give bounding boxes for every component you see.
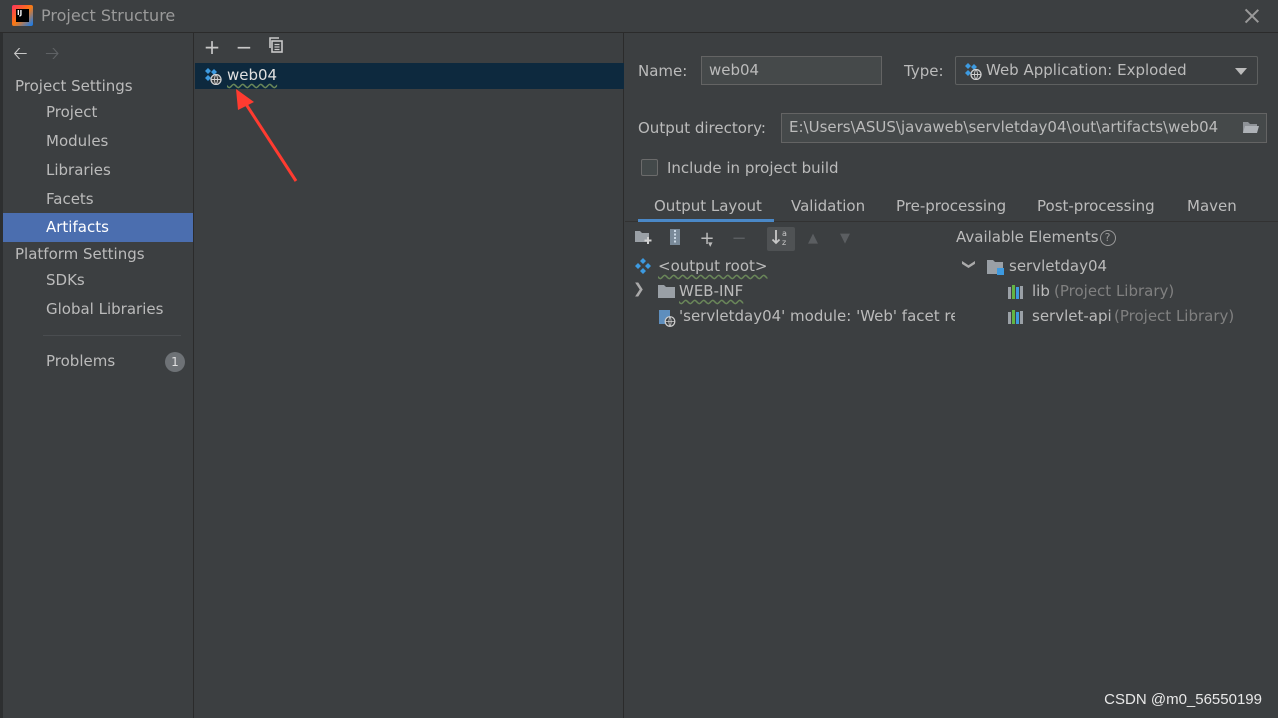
copy-icon (269, 37, 283, 53)
tab-pre-processing[interactable]: Pre-processing (896, 197, 1006, 215)
sidebar-item-sdks[interactable]: SDKs (3, 266, 193, 295)
new-folder-icon (635, 231, 652, 244)
section-project-settings: Project Settings (15, 77, 133, 95)
sort-alphabetically-icon: a z (771, 229, 787, 247)
include-in-build-label: Include in project build (667, 159, 839, 177)
artifacts-panel: + − web04 (195, 33, 624, 718)
web-inf-label: WEB-INF (679, 282, 744, 300)
type-select[interactable]: Web Application: Exploded (955, 56, 1258, 85)
tree-item-servletday04[interactable]: ❯ servletday04 (961, 257, 1263, 279)
web-application-icon (965, 63, 982, 80)
name-label: Name: (638, 62, 688, 80)
add-artifact-button[interactable]: + (201, 36, 223, 58)
svg-text:a: a (782, 229, 787, 238)
remove-element-button[interactable]: − (727, 227, 751, 251)
artifact-row-web04[interactable]: web04 (195, 63, 624, 89)
copy-artifact-button[interactable] (265, 36, 287, 58)
tree-item-lib[interactable]: lib (Project Library) (1008, 282, 1268, 304)
chevron-down-icon[interactable]: ❯ (961, 259, 976, 270)
sidebar-item-project[interactable]: Project (3, 98, 193, 127)
problems-count-badge: 1 (165, 352, 185, 372)
name-field[interactable]: web04 (701, 56, 882, 85)
include-in-build-checkbox[interactable] (641, 159, 658, 176)
output-root-label: <output root> (658, 257, 768, 275)
output-layout-tree: <output root> ❯ WEB-INF 'servletday04' m… (625, 253, 955, 718)
tab-post-processing[interactable]: Post-processing (1037, 197, 1155, 215)
browse-folder-icon[interactable] (1242, 120, 1260, 134)
tree-item-web-facet-resources[interactable]: 'servletday04' module: 'Web' facet res (658, 307, 955, 329)
output-directory-label: Output directory: (638, 119, 766, 137)
artifact-settings-panel: Name: web04 Type: Web Application: Explo… (625, 33, 1278, 718)
tree-item-web-inf[interactable]: ❯ WEB-INF (633, 281, 953, 304)
window-title: Project Structure (41, 6, 176, 25)
web-facet-icon (659, 310, 676, 327)
lib-note: (Project Library) (1054, 282, 1175, 300)
available-elements-header: Available Elements? (956, 228, 1116, 246)
sort-elements-button[interactable]: a z (767, 227, 795, 251)
sidebar-divider (43, 335, 181, 336)
lib-label: lib (1032, 282, 1050, 300)
folder-icon (658, 285, 675, 298)
servlet-api-label: servlet-api (1032, 307, 1112, 325)
chevron-right-icon[interactable]: ❯ (633, 281, 645, 297)
sidebar-item-problems[interactable]: Problems 1 (3, 347, 193, 376)
svg-text:z: z (782, 238, 786, 247)
tab-output-layout[interactable]: Output Layout (654, 197, 762, 215)
output-root-icon (635, 258, 651, 274)
move-up-button[interactable]: ▲ (801, 227, 825, 251)
move-down-button[interactable]: ▼ (833, 227, 857, 251)
tree-item-servlet-api[interactable]: servlet-api (Project Library) (1008, 307, 1278, 329)
tab-validation[interactable]: Validation (791, 197, 865, 215)
remove-artifact-button[interactable]: − (233, 36, 255, 58)
web-facet-resources-label: 'servletday04' module: 'Web' facet res (679, 307, 955, 325)
intellij-logo-icon: IJ (12, 5, 33, 26)
sidebar: 🡠 🡢 Project Settings Project Modules Lib… (3, 33, 194, 718)
output-directory-field[interactable]: E:\Users\ASUS\javaweb\servletday04\out\a… (781, 113, 1267, 143)
title-bar: IJ Project Structure (0, 0, 1278, 33)
problems-label: Problems (46, 352, 116, 370)
type-label: Type: (904, 62, 944, 80)
library-icon (1008, 285, 1023, 299)
active-tab-indicator (638, 219, 774, 222)
sidebar-item-global-libraries[interactable]: Global Libraries (3, 295, 193, 324)
chevron-down-icon (1235, 68, 1247, 75)
section-platform-settings: Platform Settings (15, 245, 145, 263)
add-copy-of-button[interactable]: + ▾ (695, 227, 719, 251)
web-artifact-icon (205, 68, 222, 85)
archive-icon (670, 229, 680, 245)
library-icon (1008, 310, 1023, 324)
available-elements-title: Available Elements (956, 228, 1099, 246)
create-archive-button[interactable] (663, 227, 687, 251)
module-label: servletday04 (1009, 257, 1108, 275)
forward-arrow-icon: 🡢 (45, 43, 60, 64)
annotation-arrow (236, 89, 298, 182)
close-icon[interactable] (1242, 6, 1262, 26)
create-directory-button[interactable] (631, 227, 655, 251)
back-arrow-icon[interactable]: 🡠 (13, 41, 28, 71)
sidebar-item-libraries[interactable]: Libraries (3, 156, 193, 185)
output-directory-value: E:\Users\ASUS\javaweb\servletday04\out\a… (789, 118, 1219, 136)
servlet-api-note: (Project Library) (1114, 307, 1235, 325)
sidebar-item-modules[interactable]: Modules (3, 127, 193, 156)
module-folder-icon (987, 260, 1004, 275)
artifacts-toolbar: + − (195, 33, 624, 63)
watermark: CSDN @m0_56550199 (1104, 691, 1262, 708)
sidebar-item-facets[interactable]: Facets (3, 185, 193, 214)
output-layout-toolbar: + ▾ − a z ▲ ▼ (625, 223, 955, 253)
help-icon[interactable]: ? (1099, 230, 1116, 246)
type-select-value: Web Application: Exploded (986, 61, 1187, 79)
sidebar-item-artifacts[interactable]: Artifacts (3, 213, 193, 242)
artifact-label: web04 (227, 66, 278, 84)
artifact-tabs: Output Layout Validation Pre-processing … (625, 190, 1278, 222)
tab-maven[interactable]: Maven (1187, 197, 1237, 215)
